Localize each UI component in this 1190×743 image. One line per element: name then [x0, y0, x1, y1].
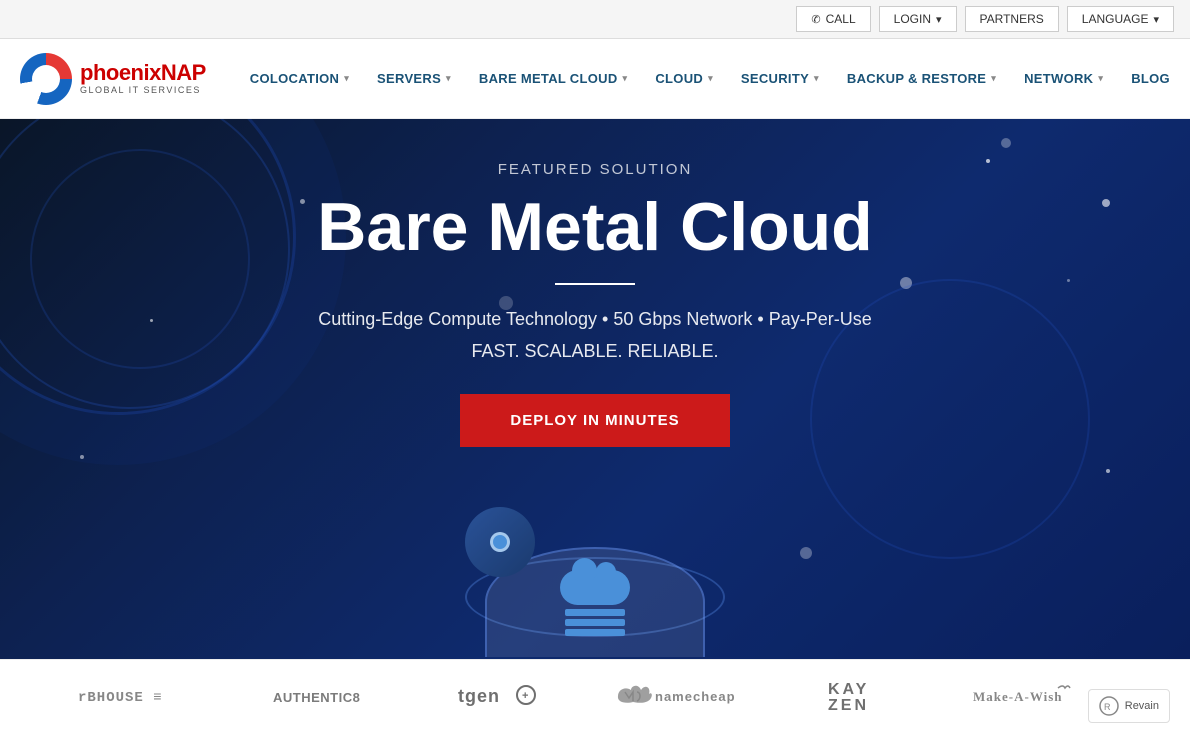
cloud-shape: [560, 570, 630, 605]
svg-text:rBHOUSE ≡: rBHOUSE ≡: [78, 690, 163, 706]
hero-subtitle2: FAST. SCALABLE. RELIABLE.: [471, 341, 718, 362]
chevron-down-icon: ▾: [344, 73, 349, 84]
chevron-down-icon: ▾: [936, 13, 942, 26]
logo-brand-part2: NAP: [161, 60, 206, 85]
logo[interactable]: phoenixNAP GLOBAL IT SERVICES: [20, 53, 206, 105]
server-bar: [565, 619, 625, 626]
robot-figure: [465, 507, 555, 597]
nav-menu: COLOCATION ▾ SERVERS ▾ BARE METAL CLOUD …: [236, 39, 1184, 119]
nav-link-blog[interactable]: BLOG: [1117, 39, 1184, 119]
nav-item-colocation: COLOCATION ▾: [236, 39, 363, 119]
partners-bar: rBHOUSE ≡ AUTHENTIC8 tgen + namecheap KA…: [0, 659, 1190, 734]
svg-text:Make-A-Wish: Make-A-Wish: [973, 689, 1062, 704]
chevron-down-icon: ▾: [623, 73, 628, 84]
svg-text:AUTHENTIC8: AUTHENTIC8: [273, 690, 360, 705]
nav-item-servers: SERVERS ▾: [363, 39, 465, 119]
server-bar: [565, 629, 625, 636]
partner-logo-tgen: tgen +: [458, 680, 538, 714]
nav-link-servers[interactable]: SERVERS ▾: [363, 39, 465, 119]
nav-link-security[interactable]: SECURITY ▾: [727, 39, 833, 119]
chevron-down-icon: ▾: [708, 73, 713, 84]
login-button[interactable]: LOGIN ▾: [879, 6, 957, 32]
nav-link-bare-metal[interactable]: BARE METAL CLOUD ▾: [465, 39, 641, 119]
nav-item-security: SECURITY ▾: [727, 39, 833, 119]
nav-link-colocation[interactable]: COLOCATION ▾: [236, 39, 363, 119]
logo-text: phoenixNAP GLOBAL IT SERVICES: [80, 61, 206, 95]
svg-text:ZEN: ZEN: [828, 697, 869, 713]
chevron-down-icon: ▾: [814, 73, 819, 84]
logo-subtitle: GLOBAL IT SERVICES: [80, 86, 206, 96]
robot-eye: [490, 532, 510, 552]
revain-icon: R: [1099, 696, 1119, 716]
cloud-server-icon: [560, 570, 630, 636]
partner-logo-rbhouse: rBHOUSE ≡: [78, 681, 198, 713]
svg-text:+: +: [522, 690, 529, 702]
phone-icon: ✆: [811, 13, 820, 26]
deploy-button[interactable]: DEPLOY IN MINUTES: [460, 394, 729, 447]
hero-divider: [555, 283, 635, 285]
main-navigation: phoenixNAP GLOBAL IT SERVICES COLOCATION…: [0, 39, 1190, 119]
language-button[interactable]: LANGUAGE ▾: [1067, 6, 1174, 32]
nav-item-network: NETWORK ▾: [1010, 39, 1117, 119]
chevron-down-icon: ▾: [1153, 13, 1159, 26]
hero-section: FEATURED SOLUTION Bare Metal Cloud Cutti…: [0, 119, 1190, 659]
partners-button[interactable]: PARTNERS: [965, 6, 1059, 32]
chevron-down-icon: ▾: [991, 73, 996, 84]
partner-logo-namecheap: namecheap: [613, 682, 753, 713]
server-bars: [565, 609, 625, 636]
nav-item-blog: BLOG: [1117, 39, 1184, 119]
revain-label: Revain: [1125, 700, 1159, 712]
svg-text:R: R: [1104, 702, 1111, 712]
nav-item-backup: BACKUP & RESTORE ▾: [833, 39, 1010, 119]
svg-text:tgen: tgen: [458, 686, 500, 706]
hero-subtitle1: Cutting-Edge Compute Technology • 50 Gbp…: [318, 305, 872, 334]
svg-text:namecheap: namecheap: [655, 689, 736, 704]
hero-title: Bare Metal Cloud: [317, 190, 872, 265]
chevron-down-icon: ▾: [1098, 73, 1103, 84]
chevron-down-icon: ▾: [446, 73, 451, 84]
logo-brand-part1: phoenix: [80, 60, 161, 85]
revain-widget: R Revain: [1088, 689, 1170, 723]
nav-item-cloud: CLOUD ▾: [641, 39, 727, 119]
hero-featured-label: FEATURED SOLUTION: [498, 161, 693, 178]
top-utility-bar: ✆ CALL LOGIN ▾ PARTNERS LANGUAGE ▾: [0, 0, 1190, 39]
nav-link-network[interactable]: NETWORK ▾: [1010, 39, 1117, 119]
nav-link-backup[interactable]: BACKUP & RESTORE ▾: [833, 39, 1010, 119]
robot-body: [465, 507, 535, 577]
nav-link-cloud[interactable]: CLOUD ▾: [641, 39, 727, 119]
nav-item-bare-metal: BARE METAL CLOUD ▾: [465, 39, 641, 119]
svg-text:KAY: KAY: [828, 681, 869, 698]
partner-logo-authentic8: AUTHENTIC8: [273, 682, 383, 713]
hero-illustration: [445, 477, 745, 657]
server-bar: [565, 609, 625, 616]
partner-logo-kayzen: KAY ZEN: [828, 678, 898, 716]
logo-icon: [20, 53, 72, 105]
call-button[interactable]: ✆ CALL: [796, 6, 870, 32]
